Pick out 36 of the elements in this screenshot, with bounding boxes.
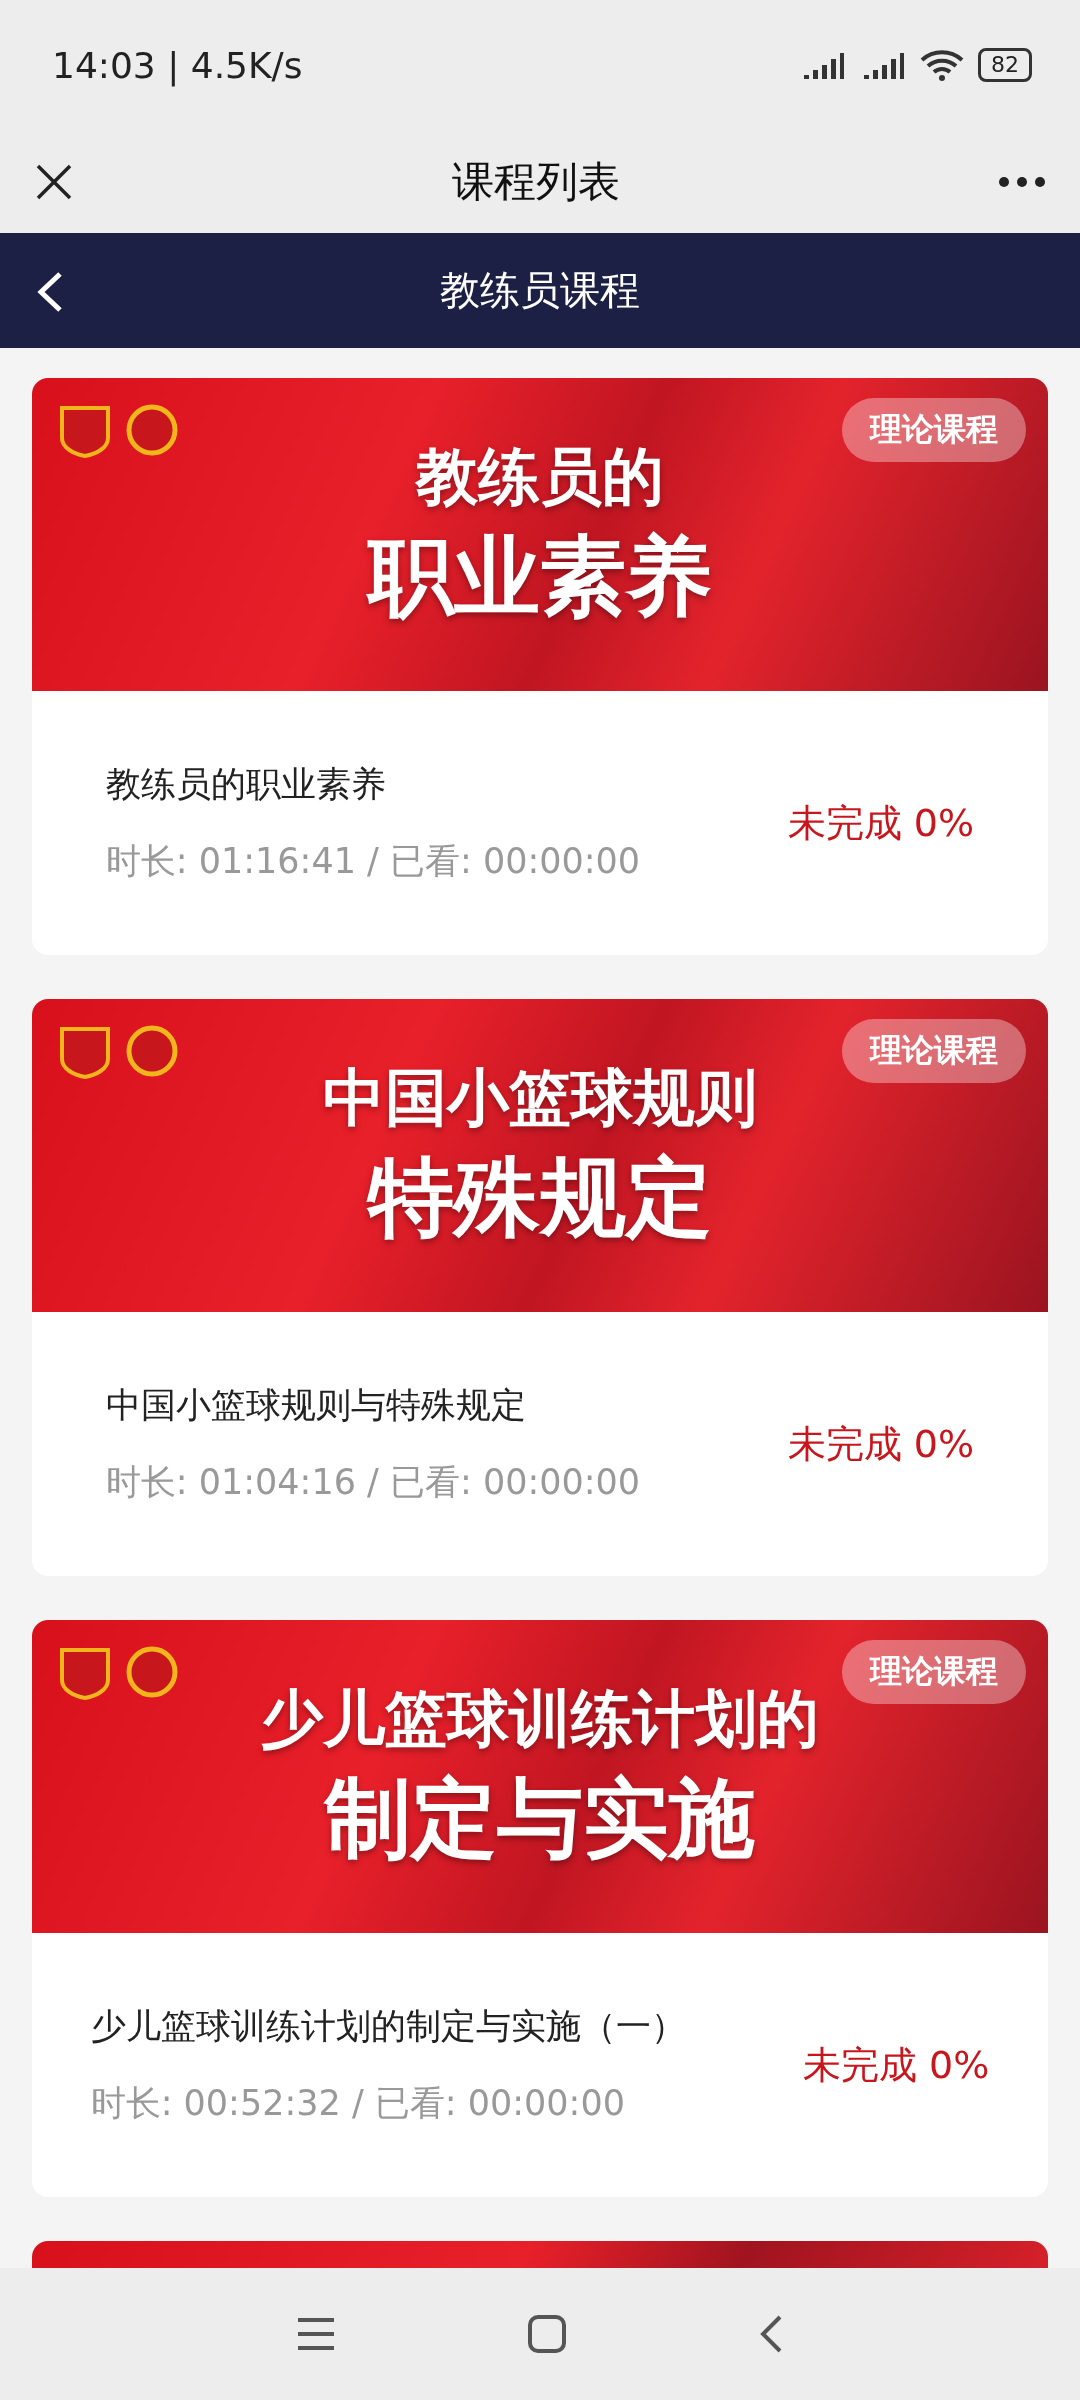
section-title: 教练员课程 [440, 266, 640, 315]
course-card[interactable]: 理论课程 中国小篮球规则 特殊规定 中国小篮球规则与特殊规定 时长: 01:04:16 / 已看: 00:00:00 未完成 0% [32, 999, 1048, 1576]
round-logo-icon [126, 1025, 178, 1077]
banner-heading: 少儿篮球训练计划的 [261, 1680, 819, 1757]
course-progress: 未完成 0% [802, 2041, 990, 2089]
menu-icon[interactable] [295, 2317, 336, 2351]
course-title: 少儿篮球训练计划的制定与实施（一） [90, 2005, 686, 2048]
course-title: 教练员的职业素养 [105, 763, 387, 806]
status-time: 14:03 | 4.5K/s [52, 44, 303, 86]
banner-heading: 制定与实施 [325, 1767, 755, 1871]
page-title: 课程列表 [452, 155, 620, 208]
course-type-tag: 理论课程 [842, 1019, 1026, 1083]
banner-heading: 教练员的 [416, 438, 664, 515]
course-card[interactable]: 理论课程 教练员的 职业素养 教练员的职业素养 时长: 01:16:41 / 已看: 00:00:00 未完成 0% [32, 378, 1048, 955]
battery-level: 82 [978, 48, 1032, 82]
banner-heading: 职业素养 [368, 525, 712, 629]
course-progress: 未完成 0% [787, 799, 975, 847]
course-title: 中国小篮球规则与特殊规定 [105, 1384, 527, 1427]
course-duration: 时长: 00:52:32 / 已看: 00:00:00 [90, 2082, 626, 2125]
shield-logo-icon [58, 1025, 112, 1079]
course-duration: 时长: 01:16:41 / 已看: 00:00:00 [105, 840, 641, 883]
course-type-tag: 理论课程 [842, 1640, 1026, 1704]
round-logo-icon [126, 1646, 178, 1698]
shield-logo-icon [58, 1646, 112, 1700]
banner-heading: 特殊规定 [368, 1146, 712, 1250]
back-icon[interactable] [36, 271, 64, 313]
banner-heading: 中国小篮球规则 [323, 1059, 757, 1136]
course-card[interactable]: 理论课程 少儿篮球训练计划的 制定与实施 少儿篮球训练计划的制定与实施（一） 时长: 00:52:32 / 已看: 00:00:00 未完成 0% [32, 1620, 1048, 2197]
shield-logo-icon [58, 404, 112, 458]
course-duration: 时长: 01:04:16 / 已看: 00:00:00 [105, 1461, 641, 1504]
wifi-icon [920, 48, 964, 82]
course-type-tag: 理论课程 [842, 398, 1026, 462]
course-progress: 未完成 0% [787, 1420, 975, 1468]
home-icon[interactable] [527, 2314, 567, 2354]
more-icon[interactable] [998, 175, 1046, 188]
round-logo-icon [126, 404, 178, 456]
